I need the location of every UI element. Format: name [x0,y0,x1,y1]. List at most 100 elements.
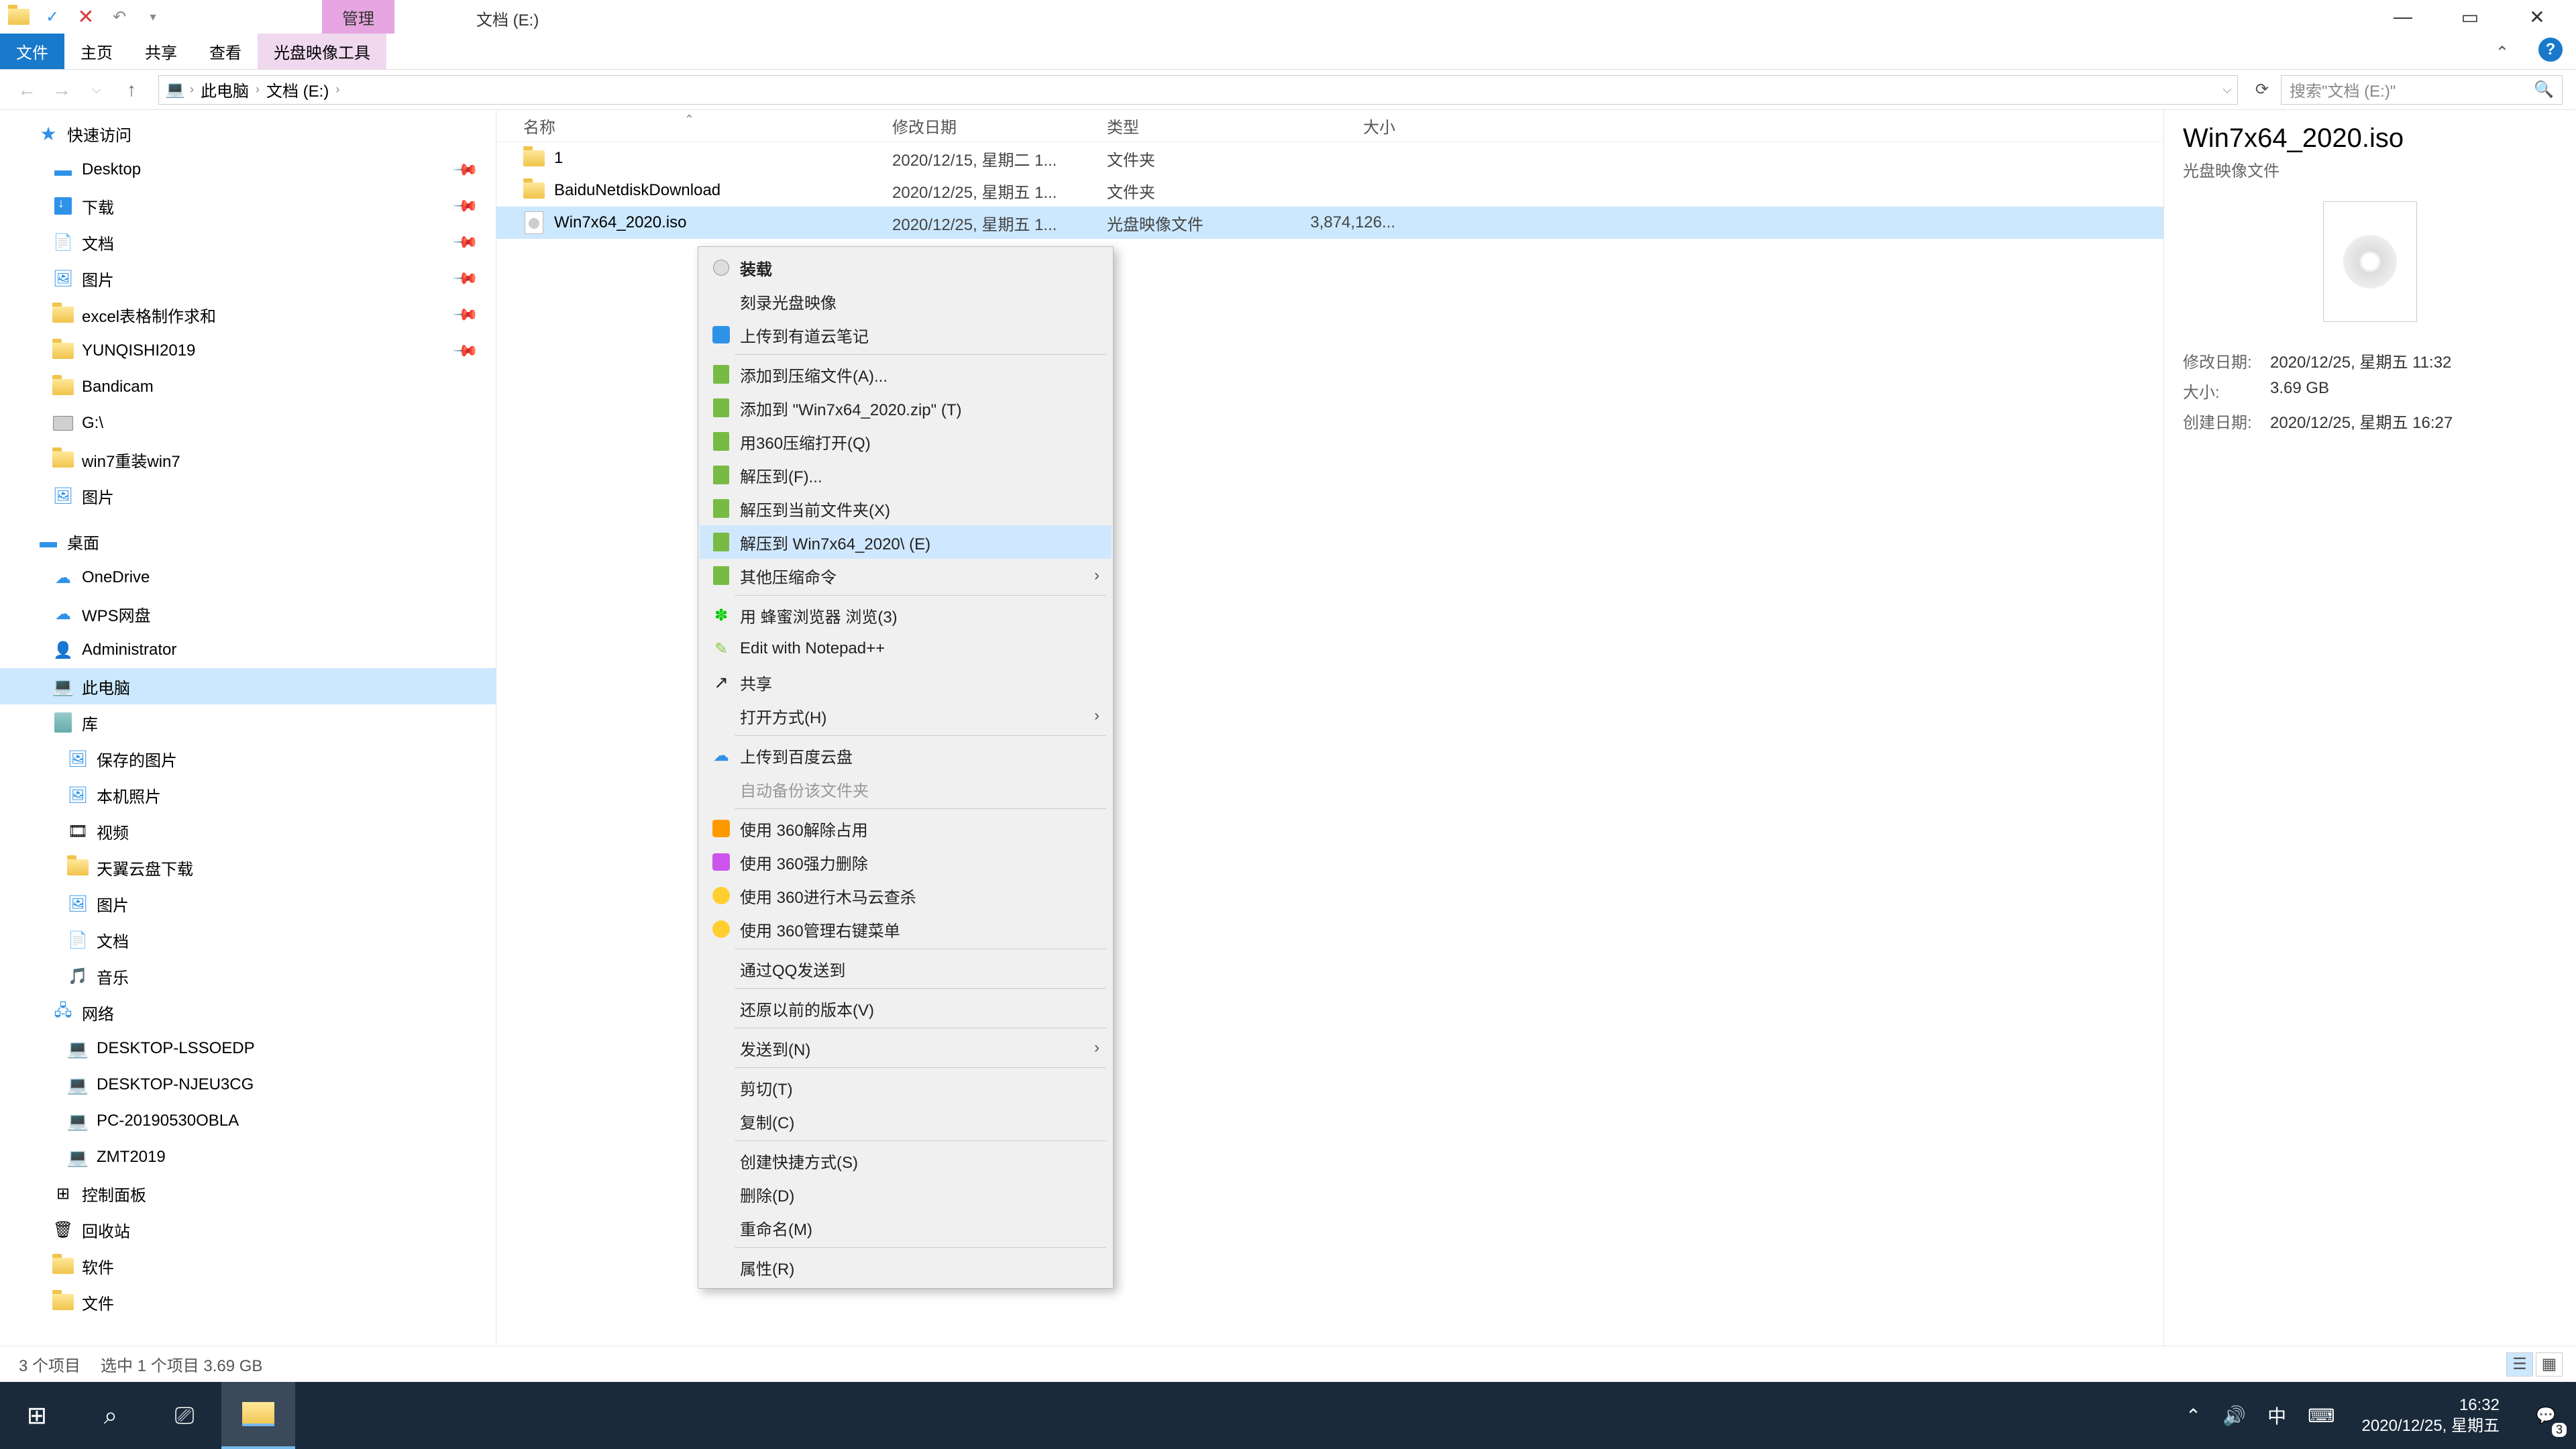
tray-overflow[interactable]: ⌃ [2175,1405,2212,1427]
volume-icon[interactable]: 🔊 [2212,1405,2257,1427]
tree-item[interactable]: 💻DESKTOP-LSSOEDP [0,1030,496,1067]
tab-disc-tools[interactable]: 光盘映像工具 [258,34,386,69]
nav-back[interactable]: ← [13,79,40,101]
ctx-item[interactable]: 通过QQ发送到 [700,952,1112,985]
ctx-item[interactable]: ☁上传到百度云盘 [700,739,1112,772]
tree-item[interactable]: excel表格制作求和📌 [0,297,496,333]
ctx-item[interactable]: 装载 [700,251,1112,284]
notifications[interactable]: 💬3 [2516,1382,2576,1449]
ctx-item[interactable]: ↗共享 [700,665,1112,699]
tree-item[interactable]: 软件 [0,1248,496,1284]
ctx-item[interactable]: 发送到(N)› [700,1031,1112,1065]
tree-item[interactable]: ☁WPS网盘 [0,596,496,632]
tree-item[interactable]: 🖼图片 [0,478,496,514]
tab-share[interactable]: 共享 [129,34,193,69]
tree-item[interactable]: 💻ZMT2019 [0,1139,496,1175]
tree-item[interactable]: 🎵音乐 [0,958,496,994]
ctx-item[interactable]: 用360压缩打开(Q) [700,425,1112,458]
refresh-button[interactable]: ⟳ [2251,80,2273,99]
col-size[interactable]: 大小 [1288,114,1422,138]
tree-quick-access[interactable]: ★快速访问 [0,115,496,152]
tree-item[interactable]: 📄文档📌 [0,224,496,260]
ctx-item[interactable]: 解压到(F)... [700,458,1112,492]
file-row[interactable]: BaiduNetdiskDownload 2020/12/25, 星期五 1..… [496,174,2163,207]
file-row[interactable]: 1 2020/12/15, 星期二 1... 文件夹 [496,142,2163,174]
ime-icon[interactable]: ⌨ [2297,1405,2345,1427]
tree-item[interactable]: 🖼本机照片 [0,777,496,813]
tree-item[interactable]: 🖼图片📌 [0,260,496,297]
nav-forward[interactable]: → [48,79,75,101]
tree-item[interactable]: 📄文档 [0,922,496,958]
ctx-item[interactable]: 解压到当前文件夹(X) [700,492,1112,525]
ctx-item[interactable]: 重命名(M) [700,1211,1112,1244]
tree-item[interactable]: 🗑回收站 [0,1212,496,1248]
tree-item[interactable]: ⊞控制面板 [0,1175,496,1212]
file-row-selected[interactable]: Win7x64_2020.iso 2020/12/25, 星期五 1... 光盘… [496,207,2163,239]
ctx-item[interactable]: 剪切(T) [700,1071,1112,1104]
ribbon-collapse[interactable]: ⌃ [2496,43,2509,62]
clock[interactable]: 16:32 2020/12/25, 星期五 [2346,1395,2516,1436]
tree-item[interactable]: ▬Desktop📌 [0,152,496,188]
view-details[interactable]: ☰ [2506,1352,2533,1377]
ctx-item[interactable]: 其他压缩命令› [700,559,1112,592]
tree-item[interactable]: 🎞视频 [0,813,496,849]
tree-item[interactable]: ☁OneDrive [0,559,496,596]
tree-item[interactable]: YUNQISHI2019📌 [0,333,496,369]
contextual-tab[interactable]: 管理 [322,0,394,34]
tree-item[interactable]: Bandicam [0,369,496,405]
task-view[interactable]: ⎚ [148,1382,221,1449]
ctx-item[interactable]: 复制(C) [700,1104,1112,1138]
ctx-item[interactable]: 属性(R) [700,1250,1112,1284]
tree-item[interactable]: G:\ [0,405,496,441]
taskbar-explorer[interactable] [221,1382,295,1449]
qat-delete[interactable]: ✕ [75,6,97,28]
ctx-item[interactable]: 创建快捷方式(S) [700,1144,1112,1177]
tree-network[interactable]: 🖧网络 [0,994,496,1030]
qat-more[interactable]: ▾ [142,6,164,28]
tree-item[interactable]: win7重装win7 [0,441,496,478]
chevron-icon[interactable]: › [256,83,260,97]
ctx-item[interactable]: 上传到有道云笔记 [700,318,1112,352]
nav-up[interactable]: ↑ [118,79,145,101]
col-type[interactable]: 类型 [1107,114,1288,138]
qat-item[interactable]: ✓ [42,6,63,28]
ctx-item[interactable]: 使用 360进行木马云查杀 [700,879,1112,912]
crumb-pc[interactable]: 此电脑 [198,78,252,101]
ctx-item[interactable]: 添加到 "Win7x64_2020.zip" (T) [700,391,1112,425]
col-date[interactable]: 修改日期 [892,114,1107,138]
tab-file[interactable]: 文件 [0,34,64,69]
ctx-item[interactable]: 刻录光盘映像 [700,284,1112,318]
search-button[interactable]: ⌕ [74,1382,148,1449]
search-input[interactable]: 搜索"文档 (E:)" 🔍 [2281,75,2563,105]
start-button[interactable]: ⊞ [0,1382,74,1449]
tree-item[interactable]: 💻DESKTOP-NJEU3CG [0,1067,496,1103]
search-icon[interactable]: 🔍 [2534,80,2554,99]
minimize-button[interactable]: — [2369,0,2436,34]
tree-item[interactable]: 🖼保存的图片 [0,741,496,777]
addr-dropdown[interactable]: ⌵ [2222,83,2232,97]
ime-indicator[interactable]: 中 [2257,1402,2297,1429]
tree-item[interactable]: 🖼图片 [0,885,496,922]
ctx-item[interactable]: 使用 360管理右键菜单 [700,912,1112,946]
breadcrumb[interactable]: 💻 › 此电脑 › 文档 (E:) › ⌵ [158,75,2238,105]
ctx-item[interactable]: ✎Edit with Notepad++ [700,632,1112,665]
chevron-icon[interactable]: › [335,83,339,97]
qat-undo[interactable]: ↶ [109,6,130,28]
view-icons[interactable]: ▦ [2536,1352,2563,1377]
ctx-item[interactable]: ✽用 蜂蜜浏览器 浏览(3) [700,598,1112,632]
ctx-item[interactable]: 使用 360强力删除 [700,845,1112,879]
col-name[interactable]: 名称⌃ [496,114,892,138]
tree-this-pc[interactable]: 💻此电脑 [0,668,496,704]
tree-item[interactable]: 💻PC-20190530OBLA [0,1103,496,1139]
tree-desktop[interactable]: ▬桌面 [0,523,496,559]
tab-home[interactable]: 主页 [64,34,129,69]
help-button[interactable]: ? [2538,38,2563,62]
ctx-item[interactable]: 删除(D) [700,1177,1112,1211]
tree-item[interactable]: 👤Administrator [0,632,496,668]
ctx-item[interactable]: 添加到压缩文件(A)... [700,358,1112,391]
maximize-button[interactable]: ▭ [2436,0,2504,34]
ctx-item[interactable]: 还原以前的版本(V) [700,991,1112,1025]
chevron-icon[interactable]: › [190,83,194,97]
ctx-item[interactable]: 打开方式(H)› [700,699,1112,733]
nav-recent[interactable]: ⌵ [83,83,110,97]
